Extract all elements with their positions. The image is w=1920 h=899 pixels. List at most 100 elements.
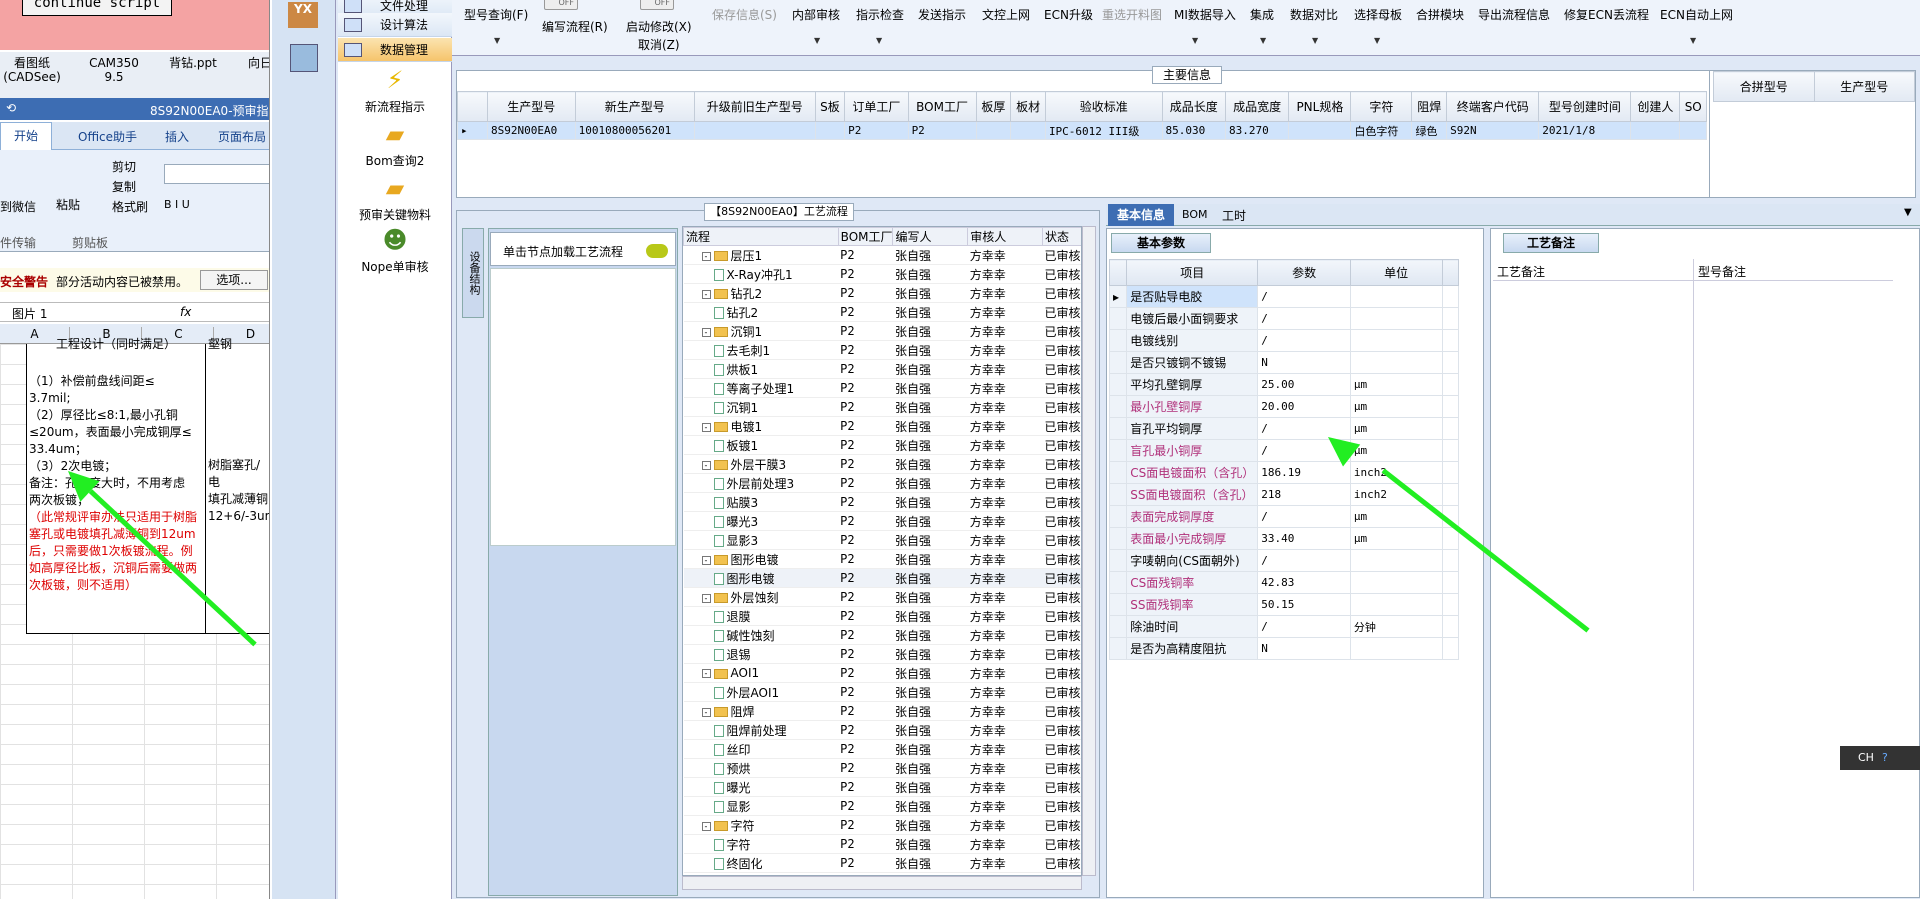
tool-bom-query[interactable]: ▰ Bom查询2: [338, 120, 452, 169]
param-row[interactable]: 平均孔壁铜厚 25.00 μm: [1108, 373, 1459, 396]
main-info-cell[interactable]: 8S92N00EA0: [487, 121, 576, 140]
main-info-column-header[interactable]: 创建人: [1630, 91, 1681, 122]
toolbar-doc-online[interactable]: 文控上网: [982, 6, 1030, 23]
param-row[interactable]: 最小孔壁铜厚 20.00 μm: [1108, 395, 1459, 418]
process-tree-row[interactable]: - 外层蚀刻 P2 张自强 方幸幸 已审核: [683, 587, 1081, 607]
nav-design-algorithm[interactable]: 设计算法: [338, 13, 452, 37]
toolbar-ecn-upgrade[interactable]: ECN升级: [1044, 6, 1093, 23]
process-tree-row[interactable]: 外层前处理3 P2 张自强 方幸幸 已审核: [683, 473, 1081, 493]
param-row[interactable]: 字唛朝向(CS面朝外) /: [1108, 549, 1459, 572]
main-info-cell[interactable]: S92N: [1446, 121, 1540, 140]
collapse-toggle-icon[interactable]: -: [701, 251, 711, 261]
process-tree-row[interactable]: 等离子处理1 P2 张自强 方幸幸 已审核: [683, 378, 1081, 398]
process-tree-row[interactable]: 丝印 P2 张自强 方幸幸 已审核: [683, 739, 1081, 759]
tool-nope-review[interactable]: ☻ Nope单审核: [338, 226, 452, 275]
yx-logo-icon[interactable]: YX: [288, 2, 318, 28]
process-tree-row[interactable]: X-Ray冲孔1 P2 张自强 方幸幸 已审核: [683, 264, 1081, 284]
toolbar-save[interactable]: 保存信息(S): [712, 6, 777, 23]
main-info-cell[interactable]: 白色字符: [1350, 121, 1413, 140]
param-value[interactable]: /: [1257, 549, 1351, 572]
wechat-label[interactable]: 到微信: [0, 198, 36, 215]
param-value[interactable]: N: [1257, 351, 1351, 374]
toolbar-ecn-auto[interactable]: ECN自动上网: [1660, 6, 1733, 23]
toggle-switch[interactable]: OFF: [544, 0, 578, 10]
param-row[interactable]: 是否只镀铜不镀锡 N: [1108, 351, 1459, 374]
main-info-cell[interactable]: 85.030: [1161, 121, 1226, 140]
param-row[interactable]: 电镀线别 /: [1108, 329, 1459, 352]
process-tree-row[interactable]: 字符 P2 张自强 方幸幸 已审核: [683, 834, 1081, 854]
chevron-down-icon[interactable]: ▼: [814, 36, 820, 45]
paste-button[interactable]: 粘贴: [56, 196, 80, 213]
param-row[interactable]: SS面残铜率 50.15: [1108, 593, 1459, 616]
chevron-down-icon[interactable]: ▼: [1260, 36, 1266, 45]
main-info-column-header[interactable]: 订单工厂: [844, 91, 909, 122]
chevron-down-icon[interactable]: ▼: [1312, 36, 1318, 45]
main-info-cell[interactable]: 2021/1/8: [1538, 121, 1632, 140]
main-info-column-header[interactable]: BOM工厂: [907, 91, 977, 122]
main-info-cell[interactable]: [1630, 121, 1681, 140]
param-value[interactable]: 25.00: [1257, 373, 1351, 396]
main-info-cell[interactable]: 83.270: [1224, 121, 1290, 140]
main-info-column-header[interactable]: 升级前旧生产型号: [693, 91, 816, 122]
param-value[interactable]: 20.00: [1257, 395, 1351, 418]
process-tree-row[interactable]: - 阻焊 P2 张自强 方幸幸 已审核: [683, 701, 1081, 721]
process-tree-row[interactable]: - 字符 P2 张自强 方幸幸 已审核: [683, 815, 1081, 835]
toolbar-integrate[interactable]: 集成: [1250, 6, 1274, 23]
tab-bom[interactable]: BOM: [1182, 208, 1208, 221]
param-row[interactable]: 除油时间 / 分钟: [1108, 615, 1459, 638]
help-icon[interactable]: ?: [1882, 751, 1888, 764]
value-header[interactable]: 参数: [1257, 259, 1351, 286]
param-value[interactable]: /: [1257, 615, 1351, 638]
process-tree-row[interactable]: - AOI1 P2 张自强 方幸幸 已审核: [683, 663, 1081, 683]
collapse-toggle-icon[interactable]: -: [701, 460, 711, 470]
process-tree-row[interactable]: 曝光 P2 张自强 方幸幸 已审核: [683, 777, 1081, 797]
writer-header[interactable]: 编写人: [892, 227, 969, 246]
main-info-cell[interactable]: P2: [907, 121, 977, 140]
toolbar-internal-review[interactable]: 内部审核: [792, 6, 840, 23]
collapse-toggle-icon[interactable]: -: [701, 422, 711, 432]
param-row[interactable]: 表面最小完成铜厚 33.40 μm: [1108, 527, 1459, 550]
main-info-column-header[interactable]: 成品长度: [1161, 91, 1226, 122]
main-info-column-header[interactable]: 型号创建时间: [1538, 91, 1632, 122]
process-tree-row[interactable]: - 图形电镀 P2 张自强 方幸幸 已审核: [683, 549, 1081, 569]
main-info-cell[interactable]: 绿色: [1411, 121, 1448, 140]
collapse-toggle-icon[interactable]: -: [701, 821, 711, 831]
chevron-down-icon[interactable]: ▼: [1192, 36, 1198, 45]
param-value[interactable]: /: [1257, 505, 1351, 528]
toolbar-cancel[interactable]: 取消(Z): [638, 36, 680, 53]
main-info-cell[interactable]: [975, 121, 1012, 140]
chevron-down-icon[interactable]: ▼: [1904, 207, 1912, 218]
ime-indicator[interactable]: CH?: [1840, 746, 1920, 770]
toolbar-data-compare[interactable]: 数据对比: [1290, 6, 1338, 23]
main-info-column-header[interactable]: 板厚: [975, 91, 1012, 122]
tab-process-notes[interactable]: 工艺备注: [1503, 233, 1599, 253]
tab-basic-info[interactable]: 基本信息: [1108, 204, 1174, 226]
copy-button[interactable]: 复制: [112, 178, 136, 195]
param-row[interactable]: CS面残铜率 42.83: [1108, 571, 1459, 594]
param-row[interactable]: 盲孔平均铜厚 / μm: [1108, 417, 1459, 440]
main-info-column-header[interactable]: PNL规格: [1288, 91, 1352, 122]
main-info-column-header[interactable]: 成品宽度: [1224, 91, 1290, 122]
process-tree-row[interactable]: 板镀1 P2 张自强 方幸幸 已审核: [683, 435, 1081, 455]
reviewer-header[interactable]: 审核人: [967, 227, 1043, 246]
process-tree-row[interactable]: 退膜 P2 张自强 方幸幸 已审核: [683, 606, 1081, 626]
param-value[interactable]: 33.40: [1257, 527, 1351, 550]
flow-header[interactable]: 流程: [683, 227, 839, 246]
chevron-down-icon[interactable]: ▼: [1374, 36, 1380, 45]
collapse-toggle-icon[interactable]: -: [701, 707, 711, 717]
process-vertical-scrollbar[interactable]: [1082, 226, 1096, 876]
process-tree-row[interactable]: 终固化 P2 张自强 方幸幸 已审核: [683, 853, 1081, 873]
main-info-column-header[interactable]: 板材: [1010, 91, 1046, 122]
main-info-cell[interactable]: [1288, 121, 1352, 140]
process-tree-row[interactable]: 沉铜1 P2 张自强 方幸幸 已审核: [683, 397, 1081, 417]
param-row[interactable]: 电镀后最小面铜要求 /: [1108, 307, 1459, 330]
unit-header[interactable]: 单位: [1349, 259, 1443, 286]
calculator-icon[interactable]: [290, 44, 318, 72]
process-tree-row[interactable]: 碱性蚀刻 P2 张自强 方幸幸 已审核: [683, 625, 1081, 645]
main-info-cell[interactable]: 10010800056201: [574, 121, 695, 140]
toolbar-fix-ecn[interactable]: 修复ECN丢流程: [1564, 6, 1649, 23]
desktop-icon-cam350[interactable]: CAM350 9.5: [78, 56, 150, 84]
desktop-icon-cadsee[interactable]: 看图纸 (CADSee): [2, 56, 62, 84]
param-value[interactable]: /: [1257, 329, 1351, 352]
chat-bubble-icon[interactable]: [646, 244, 668, 258]
